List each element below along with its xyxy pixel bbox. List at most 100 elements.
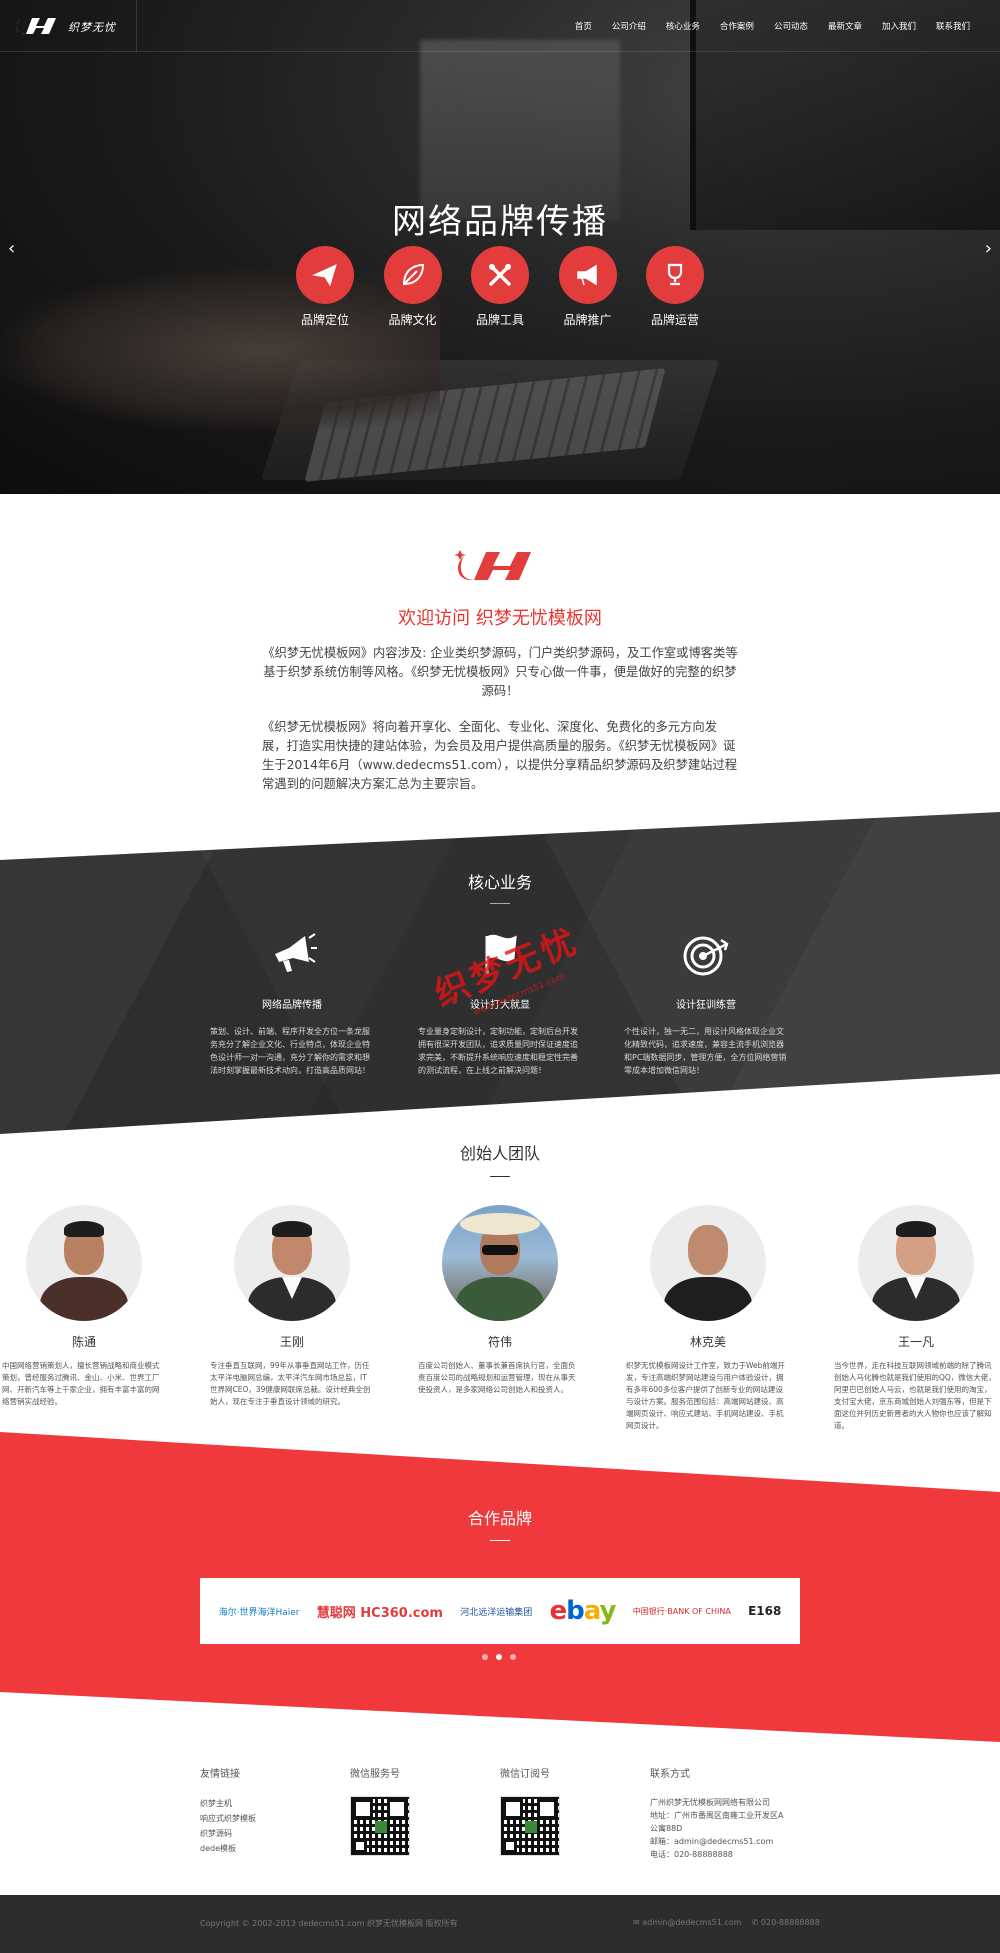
team-member: 王刚 专注垂直互联网，99年从事垂直网站工作，历任太平洋电脑网总编，太平洋汽车网… [210,1205,374,1408]
brand-logo-haier[interactable]: 海尔·世界海洋Haier [219,1605,300,1618]
team-title-divider [490,1176,510,1177]
footer-link[interactable]: 织梦主机 [200,1796,350,1811]
nav-item-business[interactable]: 核心业务 [666,20,700,32]
hero-feature-list: 品牌定位 品牌文化 品牌工具 品牌推广 品牌运营 [295,246,705,328]
target-icon [683,936,729,976]
welcome-paragraph-1: 《织梦无忧模板网》内容涉及: 企业类织梦源码，门户类织梦源码，及工作室或博客类等… [262,646,738,698]
hero-item-promotion[interactable]: 品牌推广 [558,246,618,328]
carousel-dot-active[interactable] [496,1654,502,1660]
brand-logo-bank-of-china[interactable]: 中国银行·BANK OF CHINA [633,1606,731,1617]
member-description: 百度公司创始人、董事长兼首席执行官，全面负责百度公司的战略规划和运营管理，现在从… [418,1361,576,1394]
nav-item-news[interactable]: 公司动态 [774,20,808,32]
megaphone-icon [558,246,617,304]
nav-item-home[interactable]: 首页 [575,20,592,32]
footer-link[interactable]: 织梦源码 [200,1826,350,1841]
team-member: 王一凡 当今世界，走在科技互联网领域前端的除了腾讯创始人马化腾也就是我们使用的Q… [834,1205,998,1432]
core-column-title: 网络品牌传播 [262,1000,322,1011]
email-link[interactable]: ✉ admin@dedecms51.com [633,1918,741,1927]
contact-line: 广州织梦无忧模板网网络有限公司 [650,1798,770,1807]
partners-carousel: 海尔·世界海洋Haier 慧聪网 HC360.com 河北远洋运输集团 ebay… [200,1578,800,1644]
core-column-brand: 网络品牌传播 策划、设计、前端、程序开发全方位一条龙服务充分了解企业文化、行业特… [210,928,374,1077]
hero-item-label: 品牌定位 [300,313,349,327]
core-column-text: 专业量身定制设计，定制功能，定制后台开发拥有很深开发团队，追求质量同时保证速度追… [418,1027,578,1075]
footer-link[interactable]: dede模板 [200,1841,350,1856]
nav-item-cases[interactable]: 合作案例 [720,20,754,32]
nav-item-articles[interactable]: 最新文章 [828,20,862,32]
avatar [858,1205,974,1321]
team-member: 符伟 百度公司创始人、董事长兼首席执行官，全面负责百度公司的战略规划和运营管理，… [418,1205,582,1396]
qr-code-icon [500,1796,560,1856]
contact-line: 公寓88D [650,1824,683,1833]
welcome-logo-icon [454,550,531,581]
team-member: 林克美 织梦无忧模板网设计工作室，致力于Web前端开发，专注高端织梦网站建设与用… [626,1205,790,1432]
contact-line: 地址：广州市番禺区南雍工业开发区A [650,1811,784,1820]
member-description: 织梦无忧模板网设计工作室，致力于Web前端开发，专注高端织梦网站建设与用户体验设… [626,1361,785,1430]
member-description: 当今世界，走在科技互联网领域前端的除了腾讯创始人马化腾也就是我们使用的QQ，微信… [834,1361,996,1430]
carousel-dots [482,1654,516,1660]
footer-link[interactable]: 响应式织梦模板 [200,1811,350,1826]
footer-wechat-service-title: 微信服务号 [350,1769,400,1780]
hero-item-operation[interactable]: 品牌运营 [645,246,705,328]
member-name: 陈通 [71,1335,96,1349]
core-business-title: 核心业务 [467,873,532,892]
footer-wechat-sub: 微信订阅号 [500,1765,650,1856]
hero-item-tools[interactable]: 品牌工具 [470,246,530,328]
welcome-title: 欢迎访问 织梦无忧模板网 [398,608,602,629]
avatar [234,1205,350,1321]
hero-item-label: 品牌文化 [388,313,437,327]
trophy-icon [646,246,704,304]
welcome-paragraph-2: 《织梦无忧模板网》将向着开享化、全面化、专业化、深度化、免费化的多元方向发展，打… [262,720,738,791]
carousel-dot[interactable] [510,1654,516,1660]
qr-code-icon [350,1796,410,1856]
footer-wechat-service: 微信服务号 [350,1765,500,1856]
contact-line: 邮箱：admin@dedecms51.com [650,1837,774,1846]
nav-item-join[interactable]: 加入我们 [882,20,916,32]
brand-logo-e168[interactable]: E168 [748,1604,781,1618]
slider-prev-arrow[interactable]: ‹ [8,238,15,259]
brand-logo-ebay[interactable]: ebay [550,1596,617,1626]
footer-contact: 联系方式 广州织梦无忧模板网网络有限公司 地址：广州市番禺区南雍工业开发区A 公… [650,1765,810,1861]
nav-item-contact[interactable]: 联系我们 [936,20,970,32]
megaphone-icon [275,933,317,972]
leaf-icon [383,246,442,304]
member-description: 中国网络营销策划人，擅长营销战略和商业模式策划，曾经服务过腾讯、金山、小米、世界… [2,1361,160,1406]
copyright-bar: Copyright © 2002-2013 dedecms51.com 织梦无忧… [0,1895,1000,1953]
slider-next-arrow[interactable]: › [985,238,992,259]
copyright-contact: ✉ admin@dedecms51.com ✆ 020-88888888 [633,1918,820,1927]
nav-item-about[interactable]: 公司介绍 [612,20,646,32]
member-name: 王刚 [279,1335,304,1349]
member-description: 专注垂直互联网，99年从事垂直网站工作，历任太平洋电脑网总编，太平洋汽车网市场总… [210,1361,371,1406]
team-member: 陈通 中国网络营销策划人，擅长营销战略和商业模式策划，曾经服务过腾讯、金山、小米… [2,1205,166,1408]
footer-links: 友情链接 织梦主机 响应式织梦模板 织梦源码 dede模板 [200,1765,350,1856]
copyright-text: Copyright © 2002-2013 dedecms51.com 织梦无忧… [200,1919,458,1928]
hero-item-culture[interactable]: 品牌文化 [383,246,443,328]
member-name: 王一凡 [897,1335,934,1349]
hero-title: 网络品牌传播 [392,202,608,242]
team-title: 创始人团队 [459,1144,540,1163]
phone-text: ✆ 020-88888888 [751,1918,820,1927]
footer-links-title: 友情链接 [200,1769,240,1780]
tools-icon [471,246,529,304]
core-column-text: 个性设计，独一无二，用设计风格体现企业文化精致代码，追求速度，兼容主流手机浏览器… [624,1027,787,1075]
core-title-divider [490,903,510,904]
partners-title: 合作品牌 [467,1509,532,1528]
hero-item-positioning[interactable]: 品牌定位 [295,246,355,328]
footer-wechat-sub-title: 微信订阅号 [500,1769,550,1780]
hero-item-label: 品牌运营 [650,313,699,327]
logo-icon [16,18,56,35]
footer-contact-title: 联系方式 [650,1769,690,1780]
core-column-text: 策划、设计、前端、程序开发全方位一条龙服务充分了解企业文化、行业特点，体现企业特… [210,1027,370,1075]
partners-title-divider [490,1540,510,1541]
avatar [26,1205,142,1321]
member-name: 林克美 [689,1335,726,1349]
core-column-training: 设计狂训练营 个性设计，独一无二，用设计风格体现企业文化精致代码，追求速度，兼容… [624,928,788,1077]
hero-item-label: 品牌工具 [475,313,524,327]
main-nav: 首页 公司介绍 核心业务 合作案例 公司动态 最新文章 加入我们 联系我们 [575,0,970,52]
brand-logo-hebei-ocean[interactable]: 河北远洋运输集团 [460,1605,532,1618]
contact-line: 电话：020-88888888 [650,1850,733,1859]
brand-logo-hc360[interactable]: 慧聪网 HC360.com [317,1602,443,1621]
logo[interactable]: 织梦无忧 [0,0,137,52]
avatar [650,1205,766,1321]
carousel-dot[interactable] [482,1654,488,1660]
hero-item-label: 品牌推广 [563,313,612,327]
